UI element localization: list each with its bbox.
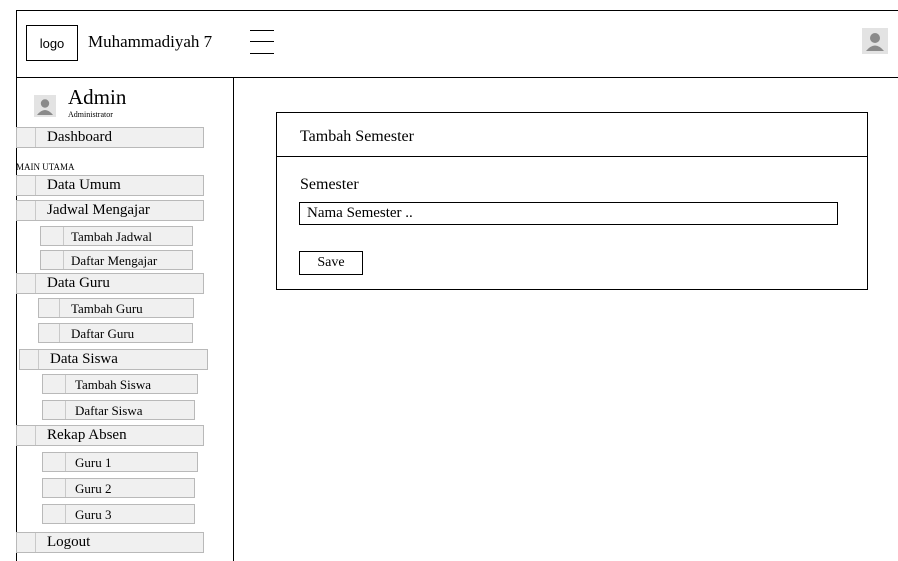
save-button[interactable]: Save — [299, 251, 363, 275]
sidebar-item-label: Daftar Mengajar — [71, 253, 158, 268]
sidebar-item-daftar-guru[interactable]: Daftar Guru — [38, 323, 193, 343]
sidebar-item-tambah-jadwal[interactable]: Tambah Jadwal — [40, 226, 193, 246]
sidebar-item-guru-3[interactable]: Guru 3 — [42, 504, 195, 524]
sidebar-item-data-guru[interactable]: Data Guru — [16, 273, 204, 294]
menu-icon-placeholder — [43, 401, 66, 419]
menu-icon-placeholder — [17, 201, 36, 220]
sidebar-item-label: Guru 2 — [75, 481, 112, 496]
sidebar-item-guru-1[interactable]: Guru 1 — [42, 452, 198, 472]
sidebar-item-label: Dashboard — [47, 129, 112, 145]
sidebar-item-data-siswa[interactable]: Data Siswa — [19, 349, 208, 370]
sidebar-item-label: Guru 1 — [75, 455, 112, 470]
sidebar-item-label: Tambah Guru — [71, 301, 143, 316]
sidebar-item-label: Tambah Siswa — [75, 377, 151, 392]
menu-icon-placeholder — [17, 426, 36, 445]
panel-header-divider — [276, 156, 868, 157]
sidebar-avatar-icon — [34, 95, 56, 117]
header-bottom-border — [16, 77, 898, 78]
section-label: MAIN UTAMA — [16, 162, 75, 172]
semester-label: Semester — [300, 176, 359, 193]
menu-icon-placeholder — [43, 479, 66, 497]
menu-icon-placeholder — [17, 176, 36, 195]
sidebar-item-logout[interactable]: Logout — [16, 532, 204, 553]
logo[interactable]: logo — [26, 25, 78, 61]
sidebar-item-label: Tambah Jadwal — [71, 229, 153, 244]
menu-icon-placeholder — [43, 375, 66, 393]
menu-icon-placeholder — [43, 505, 66, 523]
sidebar-item-label: Data Umum — [47, 177, 121, 193]
sidebar-item-tambah-guru[interactable]: Tambah Guru — [38, 298, 194, 318]
sidebar-item-guru-2[interactable]: Guru 2 — [42, 478, 195, 498]
sidebar-item-label: Logout — [47, 534, 91, 550]
sidebar-divider — [233, 78, 234, 561]
sidebar-item-label: Rekap Absen — [47, 427, 127, 443]
brand-title: Muhammadiyah 7 — [88, 32, 213, 51]
header-top-border — [16, 10, 898, 11]
sidebar-item-daftar-siswa[interactable]: Daftar Siswa — [42, 400, 195, 420]
sidebar-item-label: Daftar Siswa — [75, 403, 143, 418]
menu-icon-placeholder — [39, 324, 60, 342]
sidebar-item-label: Jadwal Mengajar — [47, 202, 150, 218]
menu-icon-placeholder — [41, 251, 64, 269]
user-role: Administrator — [68, 110, 113, 119]
menu-icon-placeholder — [41, 227, 64, 245]
sidebar-item-rekap-absen[interactable]: Rekap Absen — [16, 425, 204, 446]
sidebar-item-dashboard[interactable]: Dashboard — [16, 127, 204, 148]
sidebar-item-label: Guru 3 — [75, 507, 112, 522]
sidebar-item-tambah-siswa[interactable]: Tambah Siswa — [42, 374, 198, 394]
menu-icon-placeholder — [17, 274, 36, 293]
menu-icon-placeholder — [39, 299, 60, 317]
sidebar-item-label: Data Guru — [47, 275, 110, 291]
sidebar-item-data-umum[interactable]: Data Umum — [16, 175, 204, 196]
semester-name-input[interactable] — [299, 202, 838, 225]
sidebar-item-label: Data Siswa — [50, 351, 118, 367]
user-name: Admin — [68, 85, 127, 109]
logo-text: logo — [39, 35, 65, 51]
sidebar-item-daftar-mengajar[interactable]: Daftar Mengajar — [40, 250, 193, 270]
menu-icon-placeholder — [43, 453, 66, 471]
panel-title: Tambah Semester — [300, 128, 414, 145]
sidebar-item-label: Daftar Guru — [71, 326, 135, 341]
menu-icon-placeholder — [17, 128, 36, 147]
hamburger-menu-icon[interactable] — [250, 29, 274, 55]
menu-icon-placeholder — [17, 533, 36, 552]
user-avatar-icon[interactable] — [862, 28, 888, 54]
sidebar-item-jadwal-mengajar[interactable]: Jadwal Mengajar — [16, 200, 204, 221]
menu-icon-placeholder — [20, 350, 39, 369]
